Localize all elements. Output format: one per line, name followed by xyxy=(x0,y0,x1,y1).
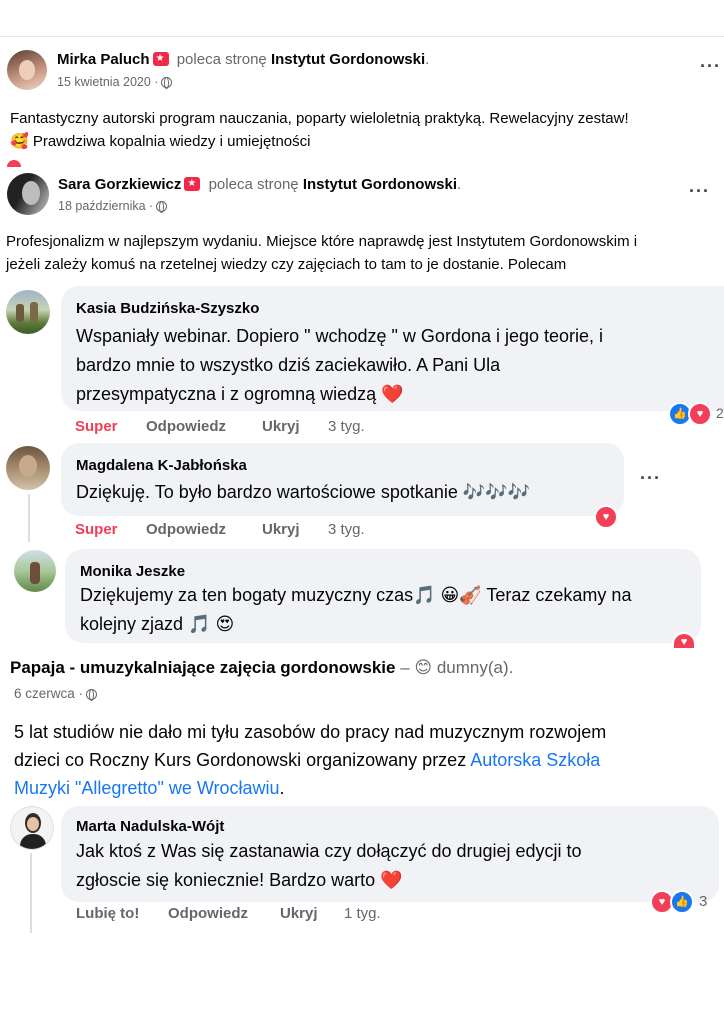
more-options-icon[interactable]: ··· xyxy=(700,56,721,77)
comment-author[interactable]: Monika Jeszke xyxy=(80,563,185,580)
post-text-line: Profesjonalizm w najlepszym wydaniu. Mie… xyxy=(6,233,638,250)
like-button[interactable]: Lubię to! xyxy=(76,905,139,922)
reply-button[interactable]: Odpowiedz xyxy=(168,905,248,922)
post-text-line: jeżeli zależy komuś na rzetelnej wiedzy … xyxy=(6,256,567,273)
comment-text-line: Dziękujemy za ten bogaty muzyczny czas🎵 … xyxy=(80,585,632,605)
more-options-icon[interactable]: ··· xyxy=(640,468,661,489)
comment-text-line: Jak ktoś z Was się zastanawia czy dołącz… xyxy=(76,841,582,861)
like-reaction-icon[interactable]: 👍 xyxy=(670,890,694,914)
page-name[interactable]: Instytut Gordonowski xyxy=(271,51,425,68)
avatar[interactable] xyxy=(14,550,56,592)
reaction-count[interactable]: 2 xyxy=(716,405,724,421)
avatar[interactable] xyxy=(6,290,50,334)
post-text-line: 5 lat studiów nie dało mi tyłu zasobów d… xyxy=(14,722,607,742)
comment-text: Dziękujemy za ten bogaty muzyczny czas🎵 … xyxy=(80,581,631,639)
post-text-segment: dzieci co Roczny Kurs Gordonowski organi… xyxy=(14,750,467,770)
author-name[interactable]: Sara Gorzkiewicz xyxy=(58,176,181,193)
hide-button[interactable]: Ukryj xyxy=(262,418,300,435)
thread-line xyxy=(30,853,32,933)
comment-time[interactable]: 3 tyg. xyxy=(328,418,365,435)
super-reaction-button[interactable]: Super xyxy=(75,521,118,538)
post-text-line: Fantastyczny autorski program nauczania,… xyxy=(10,110,629,127)
hide-button[interactable]: Ukryj xyxy=(262,521,300,538)
comment-text: Dziękuję. To było bardzo wartościowe spo… xyxy=(76,478,530,507)
page-name[interactable]: Instytut Gordonowski xyxy=(303,176,457,193)
comment-text-line: kolejny zjazd 🎵 😍 xyxy=(80,614,235,634)
post-header: Sara Gorzkiewicz poleca stronę Instytut … xyxy=(58,176,461,193)
comment-text-line: bardzo mnie to wszystko dziś zaciekawiło… xyxy=(76,355,501,375)
recommend-badge-icon xyxy=(184,177,201,191)
reply-button[interactable]: Odpowiedz xyxy=(146,418,226,435)
post-date[interactable]: 6 czerwca · xyxy=(14,686,98,701)
post-text: 5 lat studiów nie dało mi tyłu zasobów d… xyxy=(14,718,606,802)
love-reaction-icon[interactable]: ♥ xyxy=(594,505,618,529)
comment-time[interactable]: 1 tyg. xyxy=(344,905,381,922)
post-header: Mirka Paluch poleca stronę Instytut Gord… xyxy=(57,51,429,68)
date-text[interactable]: 6 czerwca · xyxy=(14,686,83,701)
post-text-segment: . xyxy=(279,778,285,798)
comment-author[interactable]: Marta Nadulska-Wójt xyxy=(76,818,224,835)
recommend-badge-icon xyxy=(152,52,169,66)
recommend-verb: poleca stronę xyxy=(176,51,267,68)
globe-icon xyxy=(156,201,168,213)
post-text-line: 🥰 Prawdziwa kopalnia wiedzy i umiejętnoś… xyxy=(10,133,311,150)
comment-text-line: przesympatyczna i z ogromną wiedzą ❤️ xyxy=(76,384,404,404)
post-text: Fantastyczny autorski program nauczania,… xyxy=(10,107,724,153)
comment-author[interactable]: Kasia Budzińska-Szyszko xyxy=(76,300,259,317)
post-date[interactable]: 15 kwietnia 2020 · xyxy=(57,75,173,89)
super-reaction-button[interactable]: Super xyxy=(75,418,118,435)
recommend-verb: poleca stronę xyxy=(208,176,299,193)
avatar[interactable] xyxy=(7,50,47,90)
globe-icon xyxy=(161,77,173,89)
avatar[interactable] xyxy=(6,446,50,490)
comment-author[interactable]: Magdalena K-Jabłońska xyxy=(76,457,247,474)
date-text[interactable]: 18 października · xyxy=(58,199,153,213)
reaction-count[interactable]: 3 xyxy=(699,893,707,910)
comment-text-line: Dziękuję. To było bardzo wartościowe spo… xyxy=(76,482,531,502)
post-text-line: dzieci co Roczny Kurs Gordonowski organi… xyxy=(14,746,606,774)
author-name[interactable]: Papaja - umuzykalniające zajęcia gordono… xyxy=(10,658,395,677)
comment-text: Jak ktoś z Was się zastanawia czy dołącz… xyxy=(76,837,582,895)
post-header: Papaja - umuzykalniające zajęcia gordono… xyxy=(10,658,513,678)
comment-text: Wspaniały webinar. Dopiero " wchodzę " w… xyxy=(76,322,603,409)
comment-time[interactable]: 3 tyg. xyxy=(328,521,365,538)
page-link[interactable]: Autorska Szkoła xyxy=(470,750,600,770)
avatar[interactable] xyxy=(7,173,49,215)
post-date[interactable]: 18 października · xyxy=(58,199,168,213)
comment-text-line: Wspaniały webinar. Dopiero " wchodzę " w… xyxy=(76,326,604,346)
more-options-icon[interactable]: ··· xyxy=(689,181,710,202)
comment-text-line: zgłoscie się koniecznie! Bardzo warto ❤️ xyxy=(76,870,403,890)
post-text-line: Muzyki "Allegretto" we Wrocławiu. xyxy=(14,774,606,802)
globe-icon xyxy=(86,689,98,701)
reaction-peek xyxy=(7,160,21,167)
reply-button[interactable]: Odpowiedz xyxy=(146,521,226,538)
avatar[interactable] xyxy=(10,806,54,850)
feeling-text: – 😊 dumny(a). xyxy=(400,658,514,677)
post-text: Profesjonalizm w najlepszym wydaniu. Mie… xyxy=(6,230,637,276)
hide-button[interactable]: Ukryj xyxy=(280,905,318,922)
date-text[interactable]: 15 kwietnia 2020 · xyxy=(57,75,158,89)
thread-line xyxy=(28,494,30,542)
author-name[interactable]: Mirka Paluch xyxy=(57,51,150,68)
page-link[interactable]: Muzyki "Allegretto" we Wrocławiu xyxy=(14,778,280,798)
top-divider xyxy=(0,36,724,37)
love-reaction-icon[interactable]: ♥ xyxy=(688,402,712,426)
